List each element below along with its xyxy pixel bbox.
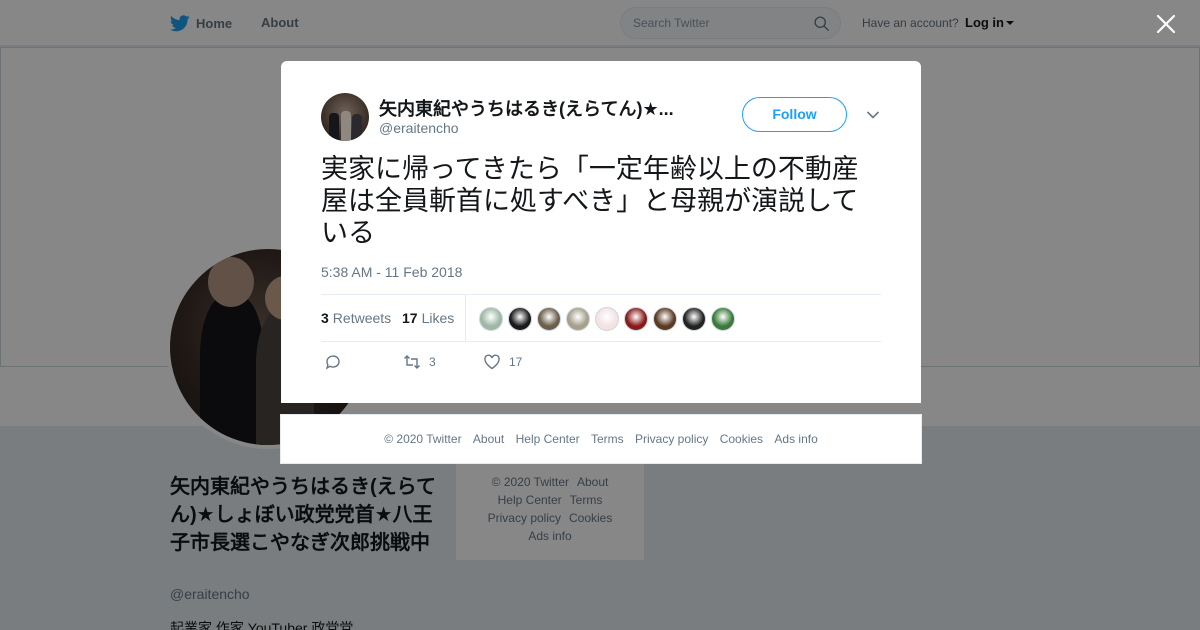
retweet-button[interactable]: 3 — [403, 353, 436, 371]
retweets-label: Retweets — [332, 310, 392, 326]
footer-privacy-link[interactable]: Privacy policy — [635, 432, 708, 446]
modal-footer: © 2020 Twitter About Help Center Terms P… — [280, 414, 922, 464]
reply-button[interactable] — [324, 353, 342, 371]
retweet-icon — [404, 355, 420, 369]
liker-avatar[interactable] — [653, 307, 677, 331]
stats-divider — [465, 295, 466, 341]
footer-copyright: © 2020 Twitter — [384, 432, 462, 446]
close-icon[interactable] — [1155, 13, 1177, 35]
footer-ads-link[interactable]: Ads info — [774, 432, 817, 446]
footer-terms-link[interactable]: Terms — [591, 432, 624, 446]
tweet-author-avatar[interactable] — [321, 93, 369, 141]
retweets-stat[interactable]: 3 Retweets — [321, 310, 391, 326]
liker-avatar[interactable] — [537, 307, 561, 331]
reply-icon — [325, 355, 340, 370]
tweet-author-name[interactable]: 矢内東紀やうちはるき(えらてん)★... — [379, 95, 689, 121]
like-action-count: 17 — [509, 355, 523, 369]
footer-cookies-link[interactable]: Cookies — [720, 432, 763, 446]
retweet-count: 3 — [321, 310, 329, 326]
tweet-author-handle[interactable]: @eraitencho — [379, 120, 459, 136]
liker-avatar[interactable] — [595, 307, 619, 331]
follow-button[interactable]: Follow — [742, 97, 847, 132]
liker-avatar[interactable] — [682, 307, 706, 331]
likes-stat[interactable]: 17 Likes — [402, 310, 454, 326]
tweet-timestamp[interactable]: 5:38 AM - 11 Feb 2018 — [321, 264, 462, 280]
tweet-actions: 3 17 — [321, 353, 881, 373]
likes-label: Likes — [421, 310, 455, 326]
liker-avatar[interactable] — [566, 307, 590, 331]
tweet-text: 実家に帰ってきたら「一定年齢以上の不動産屋は全員斬首に処すべき」と母親が演説して… — [321, 154, 859, 248]
retweet-action-count: 3 — [429, 355, 436, 369]
footer-help-link[interactable]: Help Center — [516, 432, 580, 446]
tweet-stats: 3 Retweets 17 Likes — [321, 294, 881, 342]
heart-icon — [484, 354, 500, 370]
liker-avatar[interactable] — [711, 307, 735, 331]
like-count: 17 — [402, 310, 418, 326]
tweet-modal: 矢内東紀やうちはるき(えらてん)★... @eraitencho Follow … — [281, 61, 921, 403]
footer-about-link[interactable]: About — [473, 432, 504, 446]
liker-avatar[interactable] — [624, 307, 648, 331]
liker-avatars — [479, 307, 735, 331]
liker-avatar[interactable] — [508, 307, 532, 331]
liker-avatar[interactable] — [479, 307, 503, 331]
like-button[interactable]: 17 — [483, 353, 522, 371]
chevron-down-icon[interactable] — [866, 110, 880, 120]
